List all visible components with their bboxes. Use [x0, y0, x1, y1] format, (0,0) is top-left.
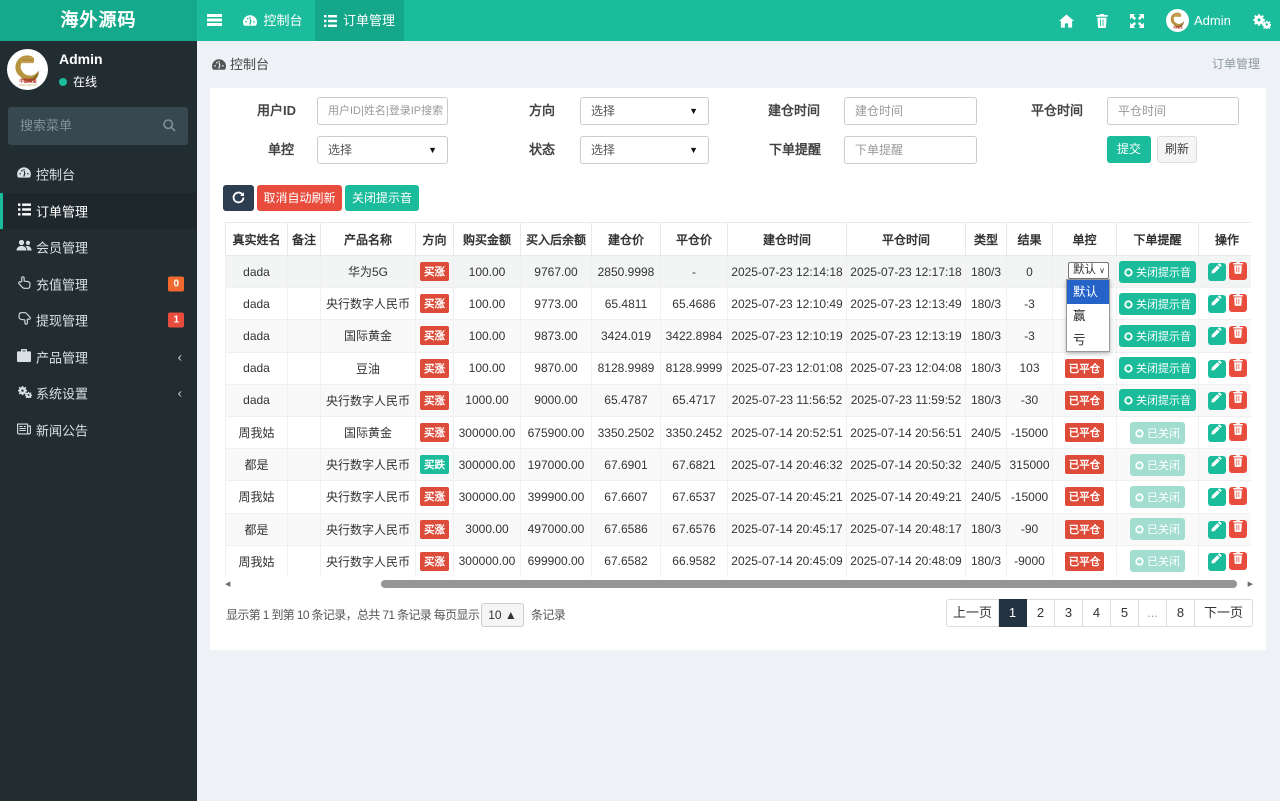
svg-text:GOLD GROUP: GOLD GROUP [19, 83, 37, 87]
svg-text:中国黄金: 中国黄金 [1173, 25, 1183, 29]
